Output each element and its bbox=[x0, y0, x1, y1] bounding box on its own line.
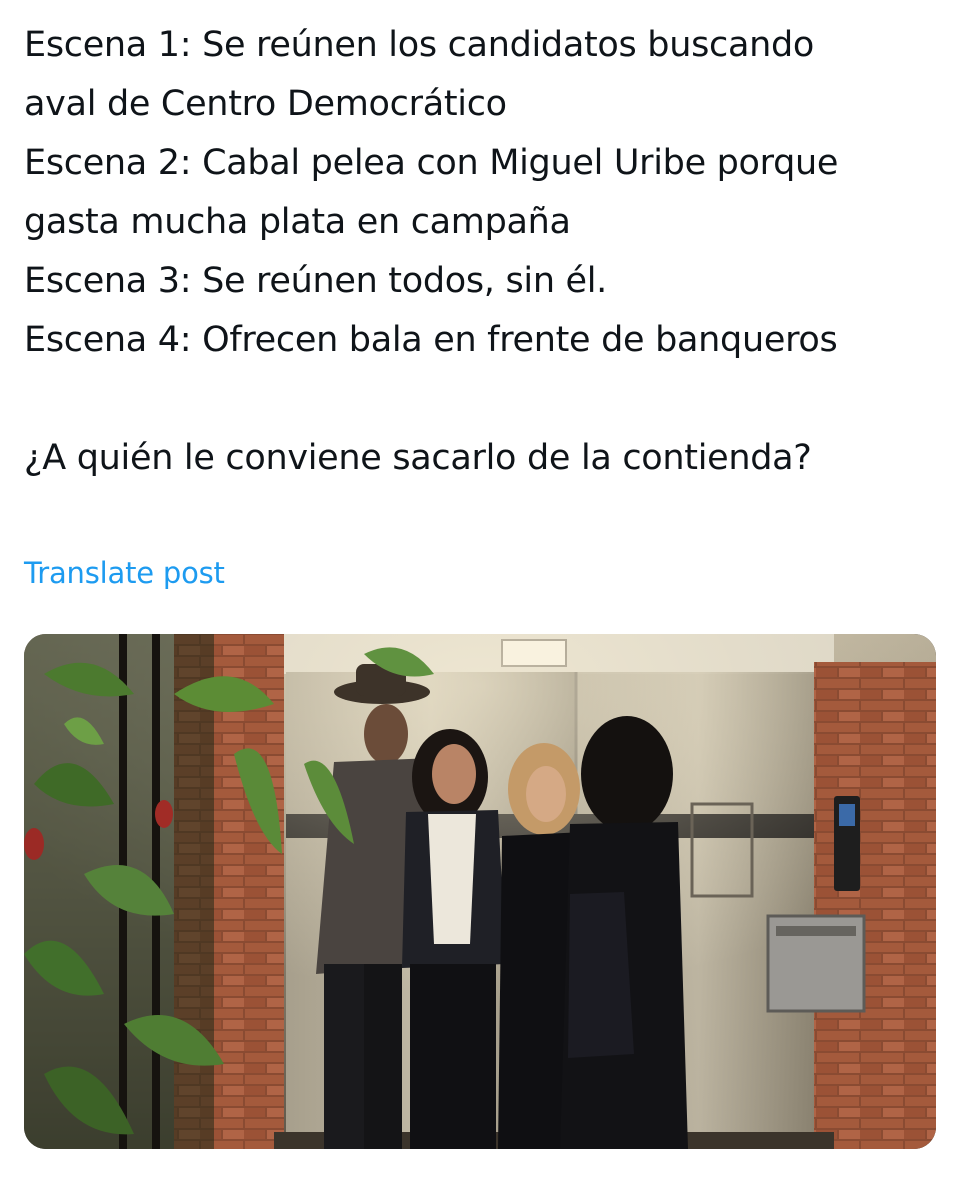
post-text-line: aval de Centro Democrático bbox=[24, 84, 507, 124]
photo-scene bbox=[24, 634, 936, 1149]
post-text: Escena 1: Se reúnen los candidatos busca… bbox=[24, 16, 944, 488]
post-text-line: Escena 2: Cabal pelea con Miguel Uribe p… bbox=[24, 143, 839, 183]
post-photo[interactable] bbox=[24, 634, 936, 1149]
translate-post-link[interactable]: Translate post bbox=[24, 553, 225, 593]
post-text-line: Escena 3: Se reúnen todos, sin él. bbox=[24, 261, 608, 301]
post-text-line: gasta mucha plata en campaña bbox=[24, 202, 571, 242]
paragraph-break bbox=[24, 370, 944, 429]
post-text-line: Escena 4: Ofrecen bala en frente de banq… bbox=[24, 320, 838, 360]
post-text-line: ¿A quién le conviene sacarlo de la conti… bbox=[24, 438, 812, 478]
post-text-line: Escena 1: Se reúnen los candidatos busca… bbox=[24, 25, 815, 65]
